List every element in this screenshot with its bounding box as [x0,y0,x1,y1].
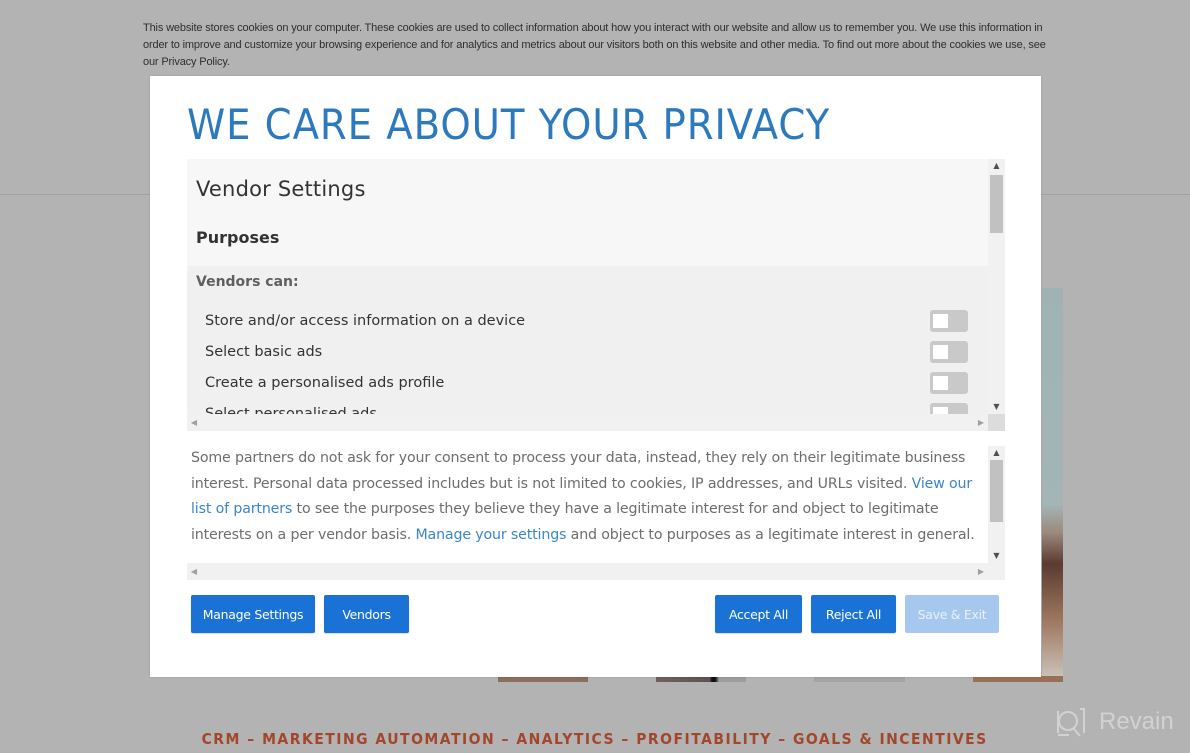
scroll-right-arrow-icon[interactable]: ▶ [974,414,988,431]
scroll-up-arrow-icon[interactable]: ▲ [988,159,1005,173]
vendor-panel-horizontal-scrollbar[interactable]: ◀ ▶ [187,414,988,431]
purpose-label: Store and/or access information on a dev… [205,312,526,329]
purposes-heading: Purposes [196,228,280,247]
scroll-right-arrow-icon[interactable]: ▶ [974,563,988,580]
vendors-button[interactable]: Vendors [324,595,409,633]
purpose-row: Store and/or access information on a dev… [205,305,970,336]
purpose-label: Select basic ads [205,343,323,360]
cookie-notice-text: This website stores cookies on your comp… [143,22,1046,68]
purpose-row: Select basic ads [205,336,970,367]
scroll-left-arrow-icon[interactable]: ◀ [187,563,201,580]
legit-panel-horizontal-scrollbar[interactable]: ◀ ▶ [187,563,1005,580]
purposes-list: Vendors can: Store and/or access informa… [187,266,988,414]
purpose-row: Create a personalised ads profile [205,367,970,398]
purpose-label: Create a personalised ads profile [205,374,445,391]
scrollbar-corner [988,414,1005,431]
vendors-can-label: Vendors can: [196,274,299,290]
legit-text-part: Some partners do not ask for your consen… [191,450,966,492]
toggle-knob [933,344,948,359]
scroll-left-arrow-icon[interactable]: ◀ [187,414,201,431]
vendor-panel-vertical-scrollbar[interactable]: ▲ ▼ [988,159,1005,414]
manage-settings-link[interactable]: Manage your settings [415,527,566,543]
save-exit-button[interactable]: Save & Exit [905,595,999,633]
scroll-up-arrow-icon[interactable]: ▲ [988,446,1005,460]
purpose-row: Select personalised ads [205,398,970,414]
page-tagline: CRM – MARKETING AUTOMATION – ANALYTICS –… [0,730,1190,748]
vendor-settings-header: Vendor Settings Purposes [187,159,988,266]
vendor-settings-title: Vendor Settings [196,177,366,201]
scrollbar-thumb[interactable] [990,460,1003,522]
revain-watermark: Revain [1055,705,1174,739]
toggle-knob [933,375,948,390]
legit-text-part: and object to purposes as a legitimate i… [566,526,975,543]
purpose-toggle[interactable] [930,402,968,414]
background-hero-image [1042,288,1063,682]
legitimate-interest-panel: Some partners do not ask for your consen… [187,446,1005,580]
purpose-toggle[interactable] [930,371,968,394]
purpose-label: Select personalised ads [205,405,377,415]
toggle-knob [933,406,948,414]
purpose-toggle[interactable] [930,309,968,332]
scroll-down-arrow-icon[interactable]: ▼ [988,400,1005,414]
legitimate-interest-text: Some partners do not ask for your consen… [191,446,986,548]
revain-label: Revain [1099,708,1174,735]
accept-all-button[interactable]: Accept All [715,595,802,633]
legit-panel-vertical-scrollbar[interactable]: ▲ ▼ [988,446,1005,563]
scroll-down-arrow-icon[interactable]: ▼ [988,549,1005,563]
privacy-consent-dialog: WE CARE ABOUT YOUR PRIVACY Vendor Settin… [150,76,1041,677]
dialog-title: WE CARE ABOUT YOUR PRIVACY [187,100,886,149]
dialog-title-text: WE CARE ABOUT YOUR PRIVACY [187,100,831,149]
manage-settings-button[interactable]: Manage Settings [191,595,315,633]
scrollbar-thumb[interactable] [990,175,1003,233]
page-tagline-text: CRM – MARKETING AUTOMATION – ANALYTICS –… [201,730,989,748]
vendor-settings-panel: Vendor Settings Purposes Vendors can: St… [187,159,1005,431]
purpose-toggle[interactable] [930,340,968,363]
revain-logo-icon [1057,708,1085,737]
toggle-knob [933,313,948,328]
reject-all-button[interactable]: Reject All [811,595,896,633]
